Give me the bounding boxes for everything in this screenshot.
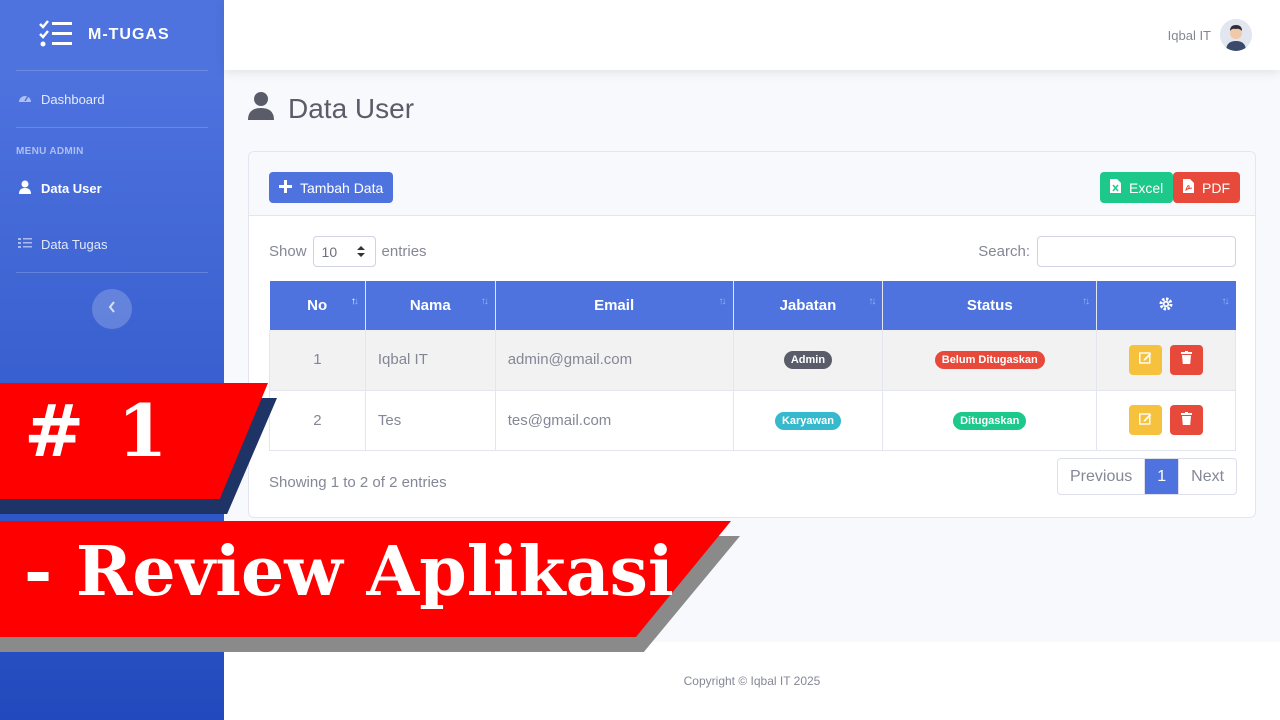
column-header-status[interactable]: Status ↑↓	[882, 281, 1098, 330]
sidebar-item-data-tugas[interactable]: Data Tugas	[0, 216, 224, 272]
edit-icon	[1139, 412, 1152, 429]
page-title: Data User	[288, 92, 415, 124]
add-data-label: Tambah Data	[300, 179, 384, 196]
jabatan-badge: Admin	[783, 351, 833, 370]
video-title: - Review Aplikasi	[24, 532, 674, 612]
sort-icon: ↑↓	[868, 296, 876, 307]
sidebar-divider	[16, 272, 208, 273]
topbar: Iqbal IT	[224, 0, 1280, 70]
show-label: Show	[269, 243, 307, 260]
page-heading: Data User	[248, 92, 414, 125]
sidebar-item-label: Dashboard	[41, 91, 105, 107]
footer: Copyright © Iqbal IT 2025	[224, 642, 1280, 720]
cell-nama: Tes	[365, 390, 496, 451]
cell-email: admin@gmail.com	[495, 330, 734, 391]
column-header-no[interactable]: No ↑↓	[269, 281, 366, 330]
sort-arrows-icon	[356, 244, 365, 260]
jabatan-badge: Karyawan	[774, 411, 841, 430]
column-header-actions[interactable]: ↑↓	[1096, 281, 1236, 330]
plus-icon	[279, 179, 292, 196]
column-header-nama[interactable]: Nama ↑↓	[365, 281, 496, 330]
delete-button[interactable]	[1170, 344, 1204, 375]
sidebar-heading: MENU ADMIN	[16, 146, 84, 157]
edit-icon	[1139, 351, 1152, 368]
table-header-row: No ↑↓ Nama ↑↓ Email ↑↓ Jabatan ↑↓ Status ↑↓ ↑…	[269, 281, 1236, 330]
chevron-left-icon	[108, 300, 116, 318]
list-check-icon	[18, 237, 32, 252]
avatar[interactable]	[1220, 19, 1252, 51]
cell-actions	[1096, 390, 1236, 451]
data-card: Tambah Data Excel PDF Show 10 entries Se…	[248, 151, 1256, 518]
status-badge: Belum Ditugaskan	[934, 351, 1045, 370]
tasks-icon	[38, 19, 72, 52]
pagination-page-1[interactable]: 1	[1145, 459, 1180, 494]
export-pdf-button[interactable]: PDF	[1173, 172, 1240, 203]
cell-actions	[1096, 330, 1236, 391]
sidebar-item-dashboard[interactable]: Dashboard	[0, 71, 224, 127]
episode-number: # 1	[24, 388, 172, 473]
file-pdf-icon	[1183, 179, 1194, 196]
status-badge: Ditugaskan	[953, 411, 1027, 430]
gear-icon	[1158, 297, 1174, 316]
sidebar-item-label: Data User	[41, 180, 102, 196]
user-icon	[248, 92, 274, 125]
page-size-value: 10	[321, 243, 338, 260]
card-header: Tambah Data Excel PDF	[249, 152, 1255, 216]
table-row: 1 Iqbal IT admin@gmail.com Admin Belum D…	[269, 330, 1236, 391]
sidebar-item-data-user[interactable]: Data User	[0, 160, 224, 216]
edit-button[interactable]	[1128, 405, 1162, 435]
copyright-text: Copyright © Iqbal IT 2025	[683, 674, 821, 688]
page-size-select[interactable]: 10	[312, 236, 376, 267]
sort-icon: ↑↓	[1082, 296, 1090, 307]
entries-label: entries	[381, 243, 427, 260]
delete-button[interactable]	[1170, 405, 1204, 435]
export-pdf-label: PDF	[1202, 179, 1230, 196]
trash-icon	[1181, 351, 1193, 368]
table-info: Showing 1 to 2 of 2 entries	[269, 474, 447, 491]
column-header-email[interactable]: Email ↑↓	[495, 281, 734, 330]
cell-no: 1	[269, 330, 366, 391]
tachometer-icon	[18, 92, 32, 107]
cell-jabatan: Karyawan	[733, 390, 884, 451]
table-controls: Show 10 entries Search:	[269, 236, 1236, 267]
cell-status: Belum Ditugaskan	[882, 330, 1098, 391]
page-size-control: Show 10 entries	[269, 236, 427, 267]
user-table: No ↑↓ Nama ↑↓ Email ↑↓ Jabatan ↑↓ Status ↑↓ ↑…	[269, 281, 1236, 451]
sidebar-brand[interactable]: M-TUGAS	[0, 0, 224, 70]
search-label: Search:	[978, 243, 1030, 260]
brand-name: M-TUGAS	[88, 26, 170, 43]
search-input[interactable]	[1037, 236, 1236, 267]
sort-icon: ↑↓	[350, 296, 359, 307]
cell-nama: Iqbal IT	[365, 330, 496, 391]
topbar-user-name[interactable]: Iqbal IT	[1168, 28, 1211, 43]
cell-jabatan: Admin	[733, 330, 884, 391]
sidebar-item-label: Data Tugas	[41, 236, 108, 252]
cell-no: 2	[269, 390, 366, 451]
sidebar-toggle-button[interactable]	[92, 289, 132, 329]
pagination-previous[interactable]: Previous	[1058, 459, 1146, 494]
user-icon	[18, 180, 32, 197]
cell-email: tes@gmail.com	[495, 390, 734, 451]
add-data-button[interactable]: Tambah Data	[269, 172, 394, 203]
sort-icon: ↑↓	[718, 296, 727, 307]
trash-icon	[1181, 411, 1193, 429]
table-row: 2 Tes tes@gmail.com Karyawan Ditugaskan	[269, 390, 1236, 451]
export-excel-label: Excel	[1129, 179, 1164, 196]
sort-icon: ↑↓	[480, 296, 489, 307]
column-header-jabatan[interactable]: Jabatan ↑↓	[733, 281, 884, 330]
pagination: Previous 1 Next	[1057, 458, 1238, 495]
file-excel-icon	[1110, 179, 1121, 196]
search-control: Search:	[978, 236, 1236, 267]
cell-status: Ditugaskan	[882, 390, 1098, 451]
edit-button[interactable]	[1128, 344, 1162, 375]
export-excel-button[interactable]: Excel	[1100, 172, 1174, 203]
pagination-next[interactable]: Next	[1179, 459, 1236, 494]
sort-icon: ↑↓	[1221, 296, 1230, 307]
